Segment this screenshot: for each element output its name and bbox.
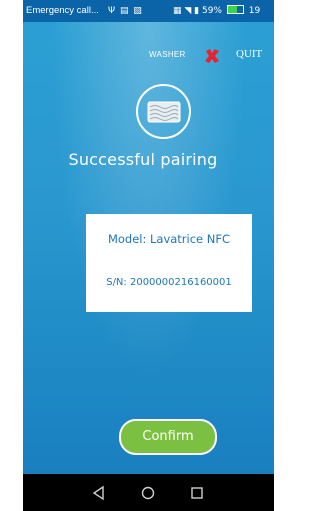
status-right-group: ▦ ◥ ▮ 59% 19 xyxy=(173,0,260,22)
recents-icon[interactable] xyxy=(188,484,206,502)
signal-icon: ▦ ◥ ▮ xyxy=(173,6,200,16)
quit-button[interactable]: QUIT xyxy=(236,48,262,60)
washer-label: WASHER xyxy=(149,50,186,59)
notification-icons: Ψ ▤ ▧ xyxy=(108,6,143,16)
washer-icon xyxy=(147,101,181,123)
confirm-button[interactable]: Confirm xyxy=(119,419,217,455)
home-icon[interactable] xyxy=(139,484,157,502)
battery-percent: 59% xyxy=(201,6,222,16)
nav-bar xyxy=(23,474,274,511)
top-bar: WASHER QUIT xyxy=(23,22,274,67)
serial-number-text: S/N: 2000000216160001 xyxy=(106,277,232,288)
status-bar: Emergency call... Ψ ▤ ▧ ▦ ◥ ▮ 59% 19 xyxy=(23,0,274,22)
model-text: Model: Lavatrice NFC xyxy=(107,232,231,246)
carrier-text: Emergency call... xyxy=(26,5,99,16)
washer-badge xyxy=(136,84,191,139)
back-icon[interactable] xyxy=(90,484,108,502)
page-title: Successful pairing xyxy=(68,150,218,169)
device-info-card: Model: Lavatrice NFC S/N: 20000002161600… xyxy=(86,214,252,312)
battery-icon xyxy=(226,5,244,14)
close-icon[interactable] xyxy=(204,48,220,64)
clock-time: 19 xyxy=(248,6,261,16)
